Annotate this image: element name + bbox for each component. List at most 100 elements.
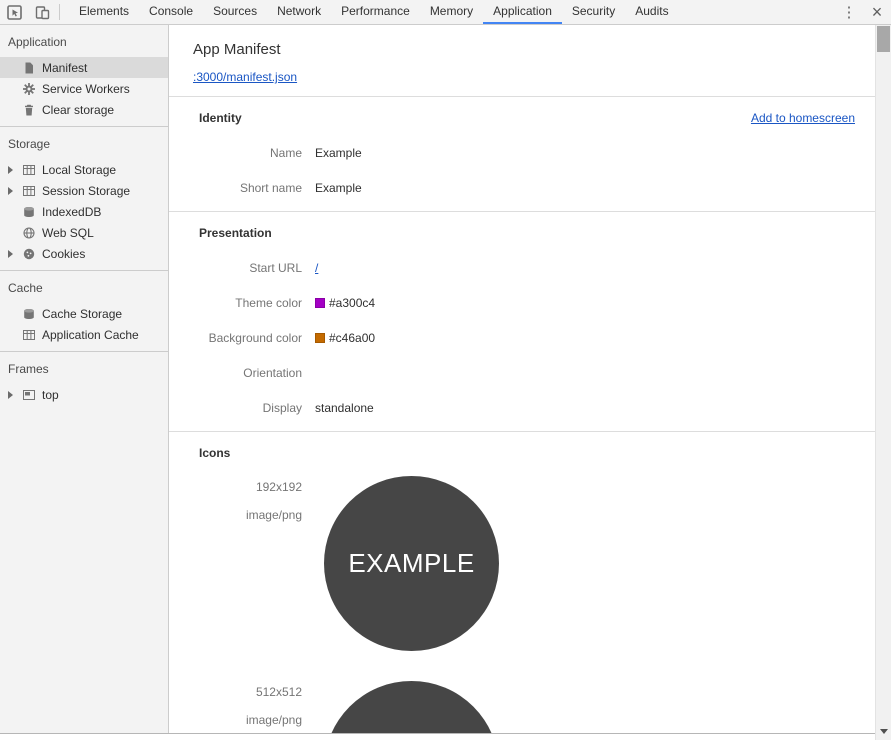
frame-icon (21, 388, 37, 402)
close-icon: × (872, 3, 883, 21)
section-title-cache: Cache (0, 271, 168, 303)
manifest-json-link[interactable]: :3000/manifest.json (193, 70, 297, 84)
sidebar-item-service-workers[interactable]: Service Workers (0, 78, 168, 99)
background-color-value: #c46a00 (329, 331, 375, 345)
expand-triangle-icon[interactable] (8, 166, 21, 174)
app-icon-image-512: EXAMPLE (324, 681, 499, 733)
sidebar-item-label: Web SQL (42, 226, 94, 240)
devtools-window: Elements Console Sources Network Perform… (0, 0, 891, 740)
field-value: #a300c4 (315, 296, 375, 310)
icons-section: Icons 192x192 image/png EXAMPLE 512x512 … (169, 432, 875, 733)
background-color-swatch (315, 333, 325, 343)
sidebar-section-cache: Cache Cache Storage Application Cache (0, 271, 168, 352)
tab-memory[interactable]: Memory (420, 0, 483, 24)
expand-triangle-icon[interactable] (8, 391, 21, 399)
vertical-scrollbar[interactable] (875, 25, 891, 740)
close-devtools-icon[interactable]: × (863, 0, 891, 24)
field-theme-color: Theme color #a300c4 (199, 296, 855, 310)
cookie-icon (21, 247, 37, 261)
sidebar-item-label: IndexedDB (42, 205, 101, 219)
sidebar-section-storage: Storage Local Storage Session Storage (0, 127, 168, 271)
field-start-url: Start URL / (199, 261, 855, 275)
theme-color-value: #a300c4 (329, 296, 375, 310)
globe-database-icon (21, 226, 37, 240)
inspect-element-icon[interactable] (0, 0, 28, 24)
tab-network[interactable]: Network (267, 0, 331, 24)
section-title-frames: Frames (0, 352, 168, 384)
sidebar-item-session-storage[interactable]: Session Storage (0, 180, 168, 201)
sidebar-item-clear-storage[interactable]: Clear storage (0, 99, 168, 120)
tab-performance[interactable]: Performance (331, 0, 420, 24)
field-label: Start URL (199, 261, 302, 275)
database-icon (21, 307, 37, 321)
sidebar-item-application-cache[interactable]: Application Cache (0, 324, 168, 345)
scrollbar-thumb[interactable] (877, 26, 890, 52)
sidebar-section-frames: Frames top (0, 352, 168, 411)
field-name: Name Example (199, 146, 855, 160)
field-value: standalone (315, 401, 374, 415)
devtools-tabs: Elements Console Sources Network Perform… (69, 0, 679, 24)
sidebar-item-label: Manifest (42, 61, 87, 75)
device-toolbar-icon[interactable] (28, 0, 56, 24)
icons-section-title: Icons (199, 446, 230, 460)
add-to-homescreen-link[interactable]: Add to homescreen (751, 111, 855, 125)
icon-size-label: 512x512 (199, 685, 302, 699)
page-title: App Manifest (193, 41, 855, 58)
gear-icon (21, 82, 37, 96)
field-short-name: Short name Example (199, 181, 855, 195)
manifest-panel: App Manifest :3000/manifest.json Identit… (169, 25, 875, 733)
section-title-application: Application (0, 25, 168, 57)
application-sidebar: Application Manifest (0, 25, 169, 733)
sidebar-item-label: Cookies (42, 247, 85, 261)
manifest-header: App Manifest :3000/manifest.json (169, 25, 875, 97)
field-label: Display (199, 401, 302, 415)
chevron-down-icon (880, 729, 888, 734)
icon-entry-192: 192x192 image/png EXAMPLE (199, 476, 855, 651)
toolbar-spacer (679, 0, 835, 24)
sidebar-item-label: Service Workers (42, 82, 130, 96)
identity-section: Identity Add to homescreen Name Example … (169, 97, 875, 212)
devtools-body: Application Manifest (0, 25, 891, 733)
presentation-section-title: Presentation (199, 226, 272, 240)
app-icon-text: EXAMPLE (348, 548, 474, 579)
kebab-menu-icon: ⋮ (842, 5, 857, 20)
field-display: Display standalone (199, 401, 855, 415)
icon-size-label: 192x192 (199, 480, 302, 494)
table-icon (21, 328, 37, 342)
expand-triangle-icon[interactable] (8, 187, 21, 195)
field-label: Orientation (199, 366, 302, 380)
tab-audits[interactable]: Audits (625, 0, 678, 24)
sidebar-item-web-sql[interactable]: Web SQL (0, 222, 168, 243)
expand-triangle-icon[interactable] (8, 250, 21, 258)
field-label: Background color (199, 331, 302, 345)
field-background-color: Background color #c46a00 (199, 331, 855, 345)
window-bottom-edge (0, 733, 875, 740)
identity-section-title: Identity (199, 111, 242, 125)
toolbar-separator (59, 4, 60, 20)
app-icon-image-192: EXAMPLE (324, 476, 499, 651)
devtools-toolbar: Elements Console Sources Network Perform… (0, 0, 891, 25)
sidebar-item-top-frame[interactable]: top (0, 384, 168, 405)
sidebar-item-cache-storage[interactable]: Cache Storage (0, 303, 168, 324)
sidebar-item-label: Session Storage (42, 184, 130, 198)
field-label: Short name (199, 181, 302, 195)
tab-sources[interactable]: Sources (203, 0, 267, 24)
section-title-storage: Storage (0, 127, 168, 159)
field-value: Example (315, 181, 362, 195)
sidebar-item-manifest[interactable]: Manifest (0, 57, 168, 78)
tab-security[interactable]: Security (562, 0, 625, 24)
field-label: Theme color (199, 296, 302, 310)
table-icon (21, 163, 37, 177)
more-options-icon[interactable]: ⋮ (835, 0, 863, 24)
sidebar-item-cookies[interactable]: Cookies (0, 243, 168, 264)
tab-elements[interactable]: Elements (69, 0, 139, 24)
sidebar-item-local-storage[interactable]: Local Storage (0, 159, 168, 180)
manifest-document-icon (21, 61, 37, 75)
tab-application[interactable]: Application (483, 0, 562, 24)
sidebar-item-indexeddb[interactable]: IndexedDB (0, 201, 168, 222)
tab-console[interactable]: Console (139, 0, 203, 24)
field-label: Name (199, 146, 302, 160)
start-url-link[interactable]: / (315, 261, 318, 275)
sidebar-item-label: Local Storage (42, 163, 116, 177)
scrollbar-down-button[interactable] (876, 723, 891, 740)
